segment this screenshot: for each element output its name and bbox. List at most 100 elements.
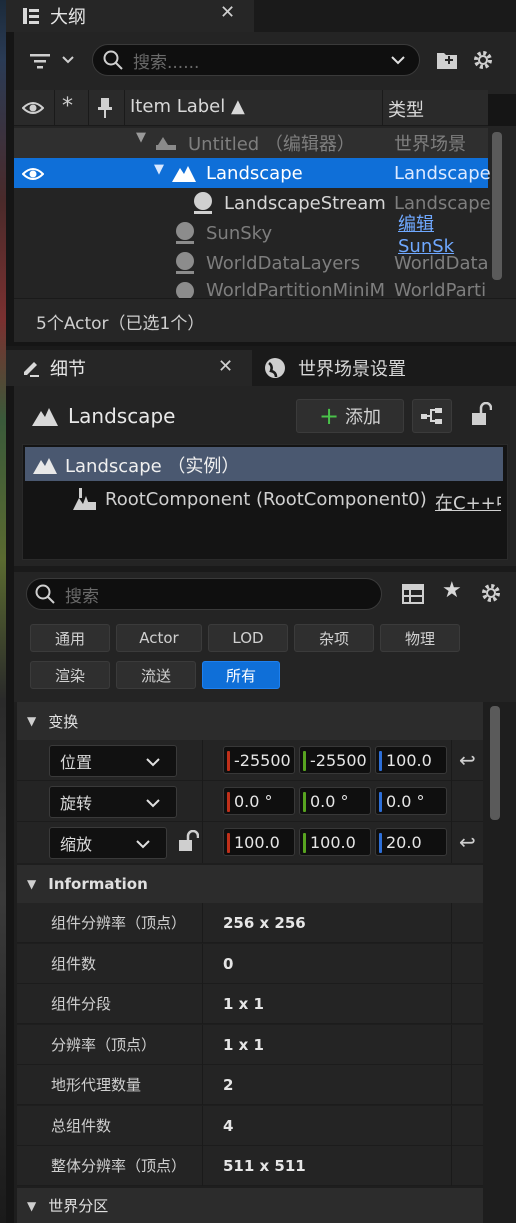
list-item[interactable]: ▼ Untitled （编辑器） 世界场景 — [14, 128, 488, 158]
gear-icon[interactable] — [472, 49, 494, 71]
visibility-icon[interactable] — [22, 100, 44, 116]
list-item-selected[interactable]: ▼ Landscape Landscape — [14, 158, 491, 188]
details-scrollbar[interactable] — [490, 706, 500, 820]
reset-arrow-icon[interactable]: ↩ — [459, 748, 476, 772]
chevron-down-icon[interactable] — [391, 56, 405, 65]
favorite-star-icon[interactable]: * — [62, 94, 73, 119]
rotation-mode-dropdown[interactable]: 旋转 — [49, 786, 177, 818]
filter-streaming[interactable]: 流送 — [116, 661, 196, 689]
visibility-icon[interactable] — [22, 166, 44, 182]
rotation-x-input[interactable]: 0.0 ° — [223, 787, 295, 815]
row-label: SunSky — [206, 222, 273, 244]
tree-child-item[interactable]: RootComponent (RootComponent0) 在C++中 — [25, 483, 503, 517]
scale-mode-dropdown[interactable]: 缩放 — [49, 827, 167, 859]
dropdown-label: 旋转 — [60, 794, 93, 813]
table-row: 组件分段 1 x 1 — [17, 984, 483, 1024]
expand-arrow-icon[interactable]: ▼ — [154, 162, 164, 177]
list-item[interactable]: SunSky 编辑SunSk — [14, 214, 488, 257]
landscape-icon — [172, 166, 196, 182]
filter-physics[interactable]: 物理 — [380, 624, 460, 652]
filter-misc[interactable]: 杂项 — [294, 624, 374, 652]
tab-world-settings[interactable]: 世界场景设置 — [264, 350, 406, 386]
section-title: 世界分区 — [48, 1197, 109, 1215]
outliner-search-input[interactable]: 搜索...... — [92, 44, 420, 76]
location-x-input[interactable]: -25500 — [223, 746, 295, 774]
prop-key: 整体分辨率（顶点） — [51, 1157, 187, 1175]
rotation-z-input[interactable]: 0.0 ° — [375, 787, 447, 815]
filter-lod[interactable]: LOD — [208, 624, 288, 652]
details-tab-bar: 细节 ✕ 世界场景设置 — [6, 346, 516, 386]
location-z-input[interactable]: 100.0 — [375, 746, 447, 774]
filter-all[interactable]: 所有 — [202, 661, 280, 689]
tree-root-label: Landscape （实例） — [65, 456, 240, 477]
table-row: 整体分辨率（顶点） 511 x 511 — [17, 1146, 483, 1186]
pin-icon[interactable] — [98, 97, 112, 119]
list-item[interactable]: WorldDataLayers WorldData — [14, 248, 489, 278]
viewport-edge — [0, 0, 6, 1223]
prop-value: 511 x 511 — [223, 1156, 306, 1175]
table-row: 总组件数 4 — [17, 1106, 483, 1146]
location-y-input[interactable]: -25500 — [299, 746, 371, 774]
expand-arrow-icon[interactable]: ▼ — [136, 130, 146, 145]
add-folder-icon[interactable] — [436, 50, 458, 70]
filter-actor[interactable]: Actor — [116, 624, 202, 652]
row-label: WorldPartitionMiniM — [206, 280, 386, 298]
cpp-link[interactable]: 在C++中 — [435, 489, 501, 515]
search-icon — [35, 584, 55, 604]
section-transform[interactable]: ▼ 变换 — [17, 702, 483, 740]
scale-y-input[interactable]: 100.0 — [299, 828, 371, 856]
world-icon — [156, 137, 176, 150]
details-filter-area: 搜索 ★ 通用 Actor LOD 杂项 物理 渲染 流送 所有 — [14, 572, 516, 702]
landscape-icon — [32, 408, 58, 426]
dropdown-label: 位置 — [60, 753, 93, 772]
add-component-button[interactable]: + 添加 — [296, 399, 404, 433]
table-view-icon[interactable] — [402, 584, 424, 604]
lock-open-icon[interactable] — [470, 402, 492, 428]
gear-icon[interactable] — [480, 582, 502, 604]
section-information[interactable]: ▼ Information — [17, 865, 483, 903]
chevron-down-icon — [146, 799, 160, 808]
row-type: WorldData — [394, 252, 489, 274]
outliner-scrollbar[interactable] — [492, 132, 502, 280]
tree-root-item[interactable]: Landscape （实例） — [25, 447, 503, 481]
lock-open-icon[interactable] — [177, 830, 199, 854]
actor-count: 5个Actor（已选1个） — [36, 314, 205, 334]
details-search-input[interactable]: 搜索 — [26, 578, 382, 610]
actor-name: Landscape — [68, 404, 176, 428]
tab-details[interactable]: 细节 ✕ — [6, 350, 252, 386]
add-label: 添加 — [345, 407, 382, 428]
chevron-down-icon[interactable] — [62, 56, 74, 64]
reset-arrow-icon[interactable]: ↩ — [459, 830, 476, 854]
column-item-label[interactable]: Item Label ▲ — [130, 96, 245, 117]
blueprint-button[interactable] — [412, 399, 452, 433]
list-item[interactable]: WorldPartitionMiniM WorldParti — [14, 278, 488, 298]
filter-general[interactable]: 通用 — [30, 624, 110, 652]
close-icon[interactable]: ✕ — [218, 356, 233, 377]
details-header: Landscape + 添加 Landscape （实例） RootCompon… — [14, 386, 516, 566]
filter-rendering[interactable]: 渲染 — [30, 661, 110, 689]
table-row: 分辨率（顶点） 1 x 1 — [17, 1025, 483, 1065]
filter-icon[interactable] — [30, 52, 52, 70]
section-title: 变换 — [48, 712, 79, 731]
prop-value: 1 x 1 — [223, 994, 264, 1013]
prop-key: 组件分段 — [51, 995, 112, 1013]
collapse-arrow-icon: ▼ — [27, 714, 37, 728]
row-label: Landscape — [206, 162, 303, 184]
row-type: WorldParti — [394, 280, 487, 298]
section-title: Information — [48, 875, 148, 893]
rotation-y-input[interactable]: 0.0 ° — [299, 787, 371, 815]
close-icon[interactable]: ✕ — [220, 2, 235, 23]
location-mode-dropdown[interactable]: 位置 — [49, 745, 177, 777]
row-label: WorldDataLayers — [206, 252, 361, 274]
scale-x-input[interactable]: 100.0 — [223, 828, 295, 856]
actor-icon — [176, 222, 194, 244]
column-type[interactable]: 类型 — [388, 96, 424, 122]
favorite-star-icon[interactable]: ★ — [442, 578, 462, 603]
section-world-partition[interactable]: ▼ 世界分区 — [17, 1188, 483, 1223]
scale-z-input[interactable]: 20.0 — [375, 828, 447, 856]
search-placeholder: 搜索 — [65, 586, 99, 607]
tab-outliner[interactable]: 大纲 ✕ — [6, 0, 254, 32]
prop-value: 0 — [223, 954, 234, 973]
outliner-tab-bar: 大纲 ✕ — [6, 0, 516, 32]
collapse-arrow-icon: ▼ — [27, 1198, 37, 1213]
